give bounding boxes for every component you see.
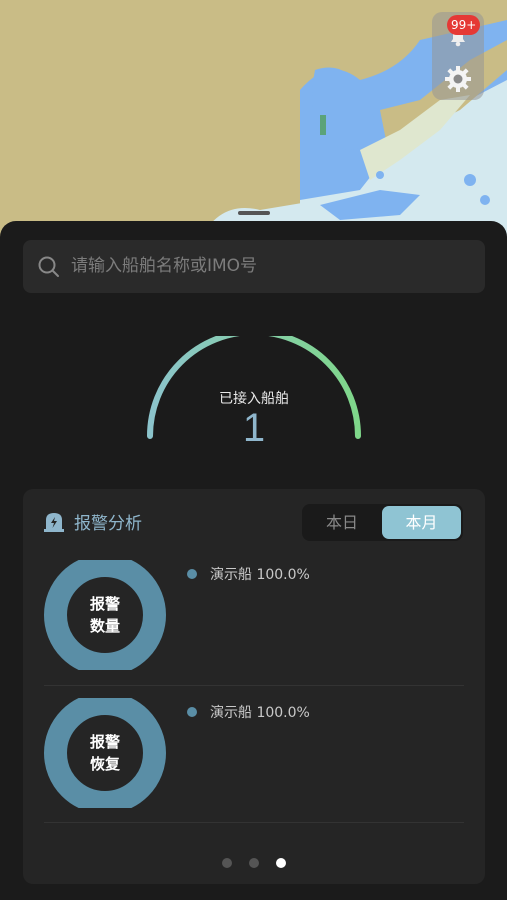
notification-badge: 99+ [447,15,481,35]
nautical-map[interactable] [0,0,507,240]
alarm-icon [44,513,64,532]
ring-label-line1: 报警 [89,733,120,751]
search-input[interactable]: 请输入船舶名称或IMO号 [23,240,485,293]
page-indicator [222,858,292,868]
legend-label: 演示船 100.0% [210,705,310,721]
gear-icon [445,66,471,92]
search-icon [38,256,59,277]
legend-dot [187,569,197,579]
settings-button[interactable] [432,58,484,100]
legend-alarm-recovery[interactable]: 演示船 100.0% [187,702,310,722]
ring-label-alarm-recovery: 报警 恢复 [70,731,140,775]
alarm-analysis-card: 报警分析 本日 本月 报警 数量 演示船 100.0% 报警 恢复 演示船 10… [23,489,485,884]
gauge-label: 已接入船舶 [219,391,289,407]
tab-this-month[interactable]: 本月 [382,506,461,539]
tab-today[interactable]: 本日 [302,504,382,541]
connected-ship-count: 1 [242,406,266,450]
divider [44,822,464,823]
ring-label-line2: 恢复 [89,755,120,773]
legend-alarm-count[interactable]: 演示船 100.0% [187,564,310,584]
page-dot-2[interactable] [249,858,259,868]
map-graphic [200,20,507,240]
page-dot-3-active[interactable] [276,858,286,868]
card-title: 报警分析 [74,514,142,534]
ring-label-alarm-count: 报警 数量 [70,593,140,637]
period-toggle: 本日 本月 [302,504,463,541]
sheet-drag-handle[interactable] [238,211,270,215]
ring-label-line1: 报警 [89,595,120,613]
divider [44,685,464,686]
legend-dot [187,707,197,717]
legend-label: 演示船 100.0% [210,567,310,583]
page-dot-1[interactable] [222,858,232,868]
ring-label-line2: 数量 [89,617,120,635]
search-placeholder: 请输入船舶名称或IMO号 [71,256,258,276]
